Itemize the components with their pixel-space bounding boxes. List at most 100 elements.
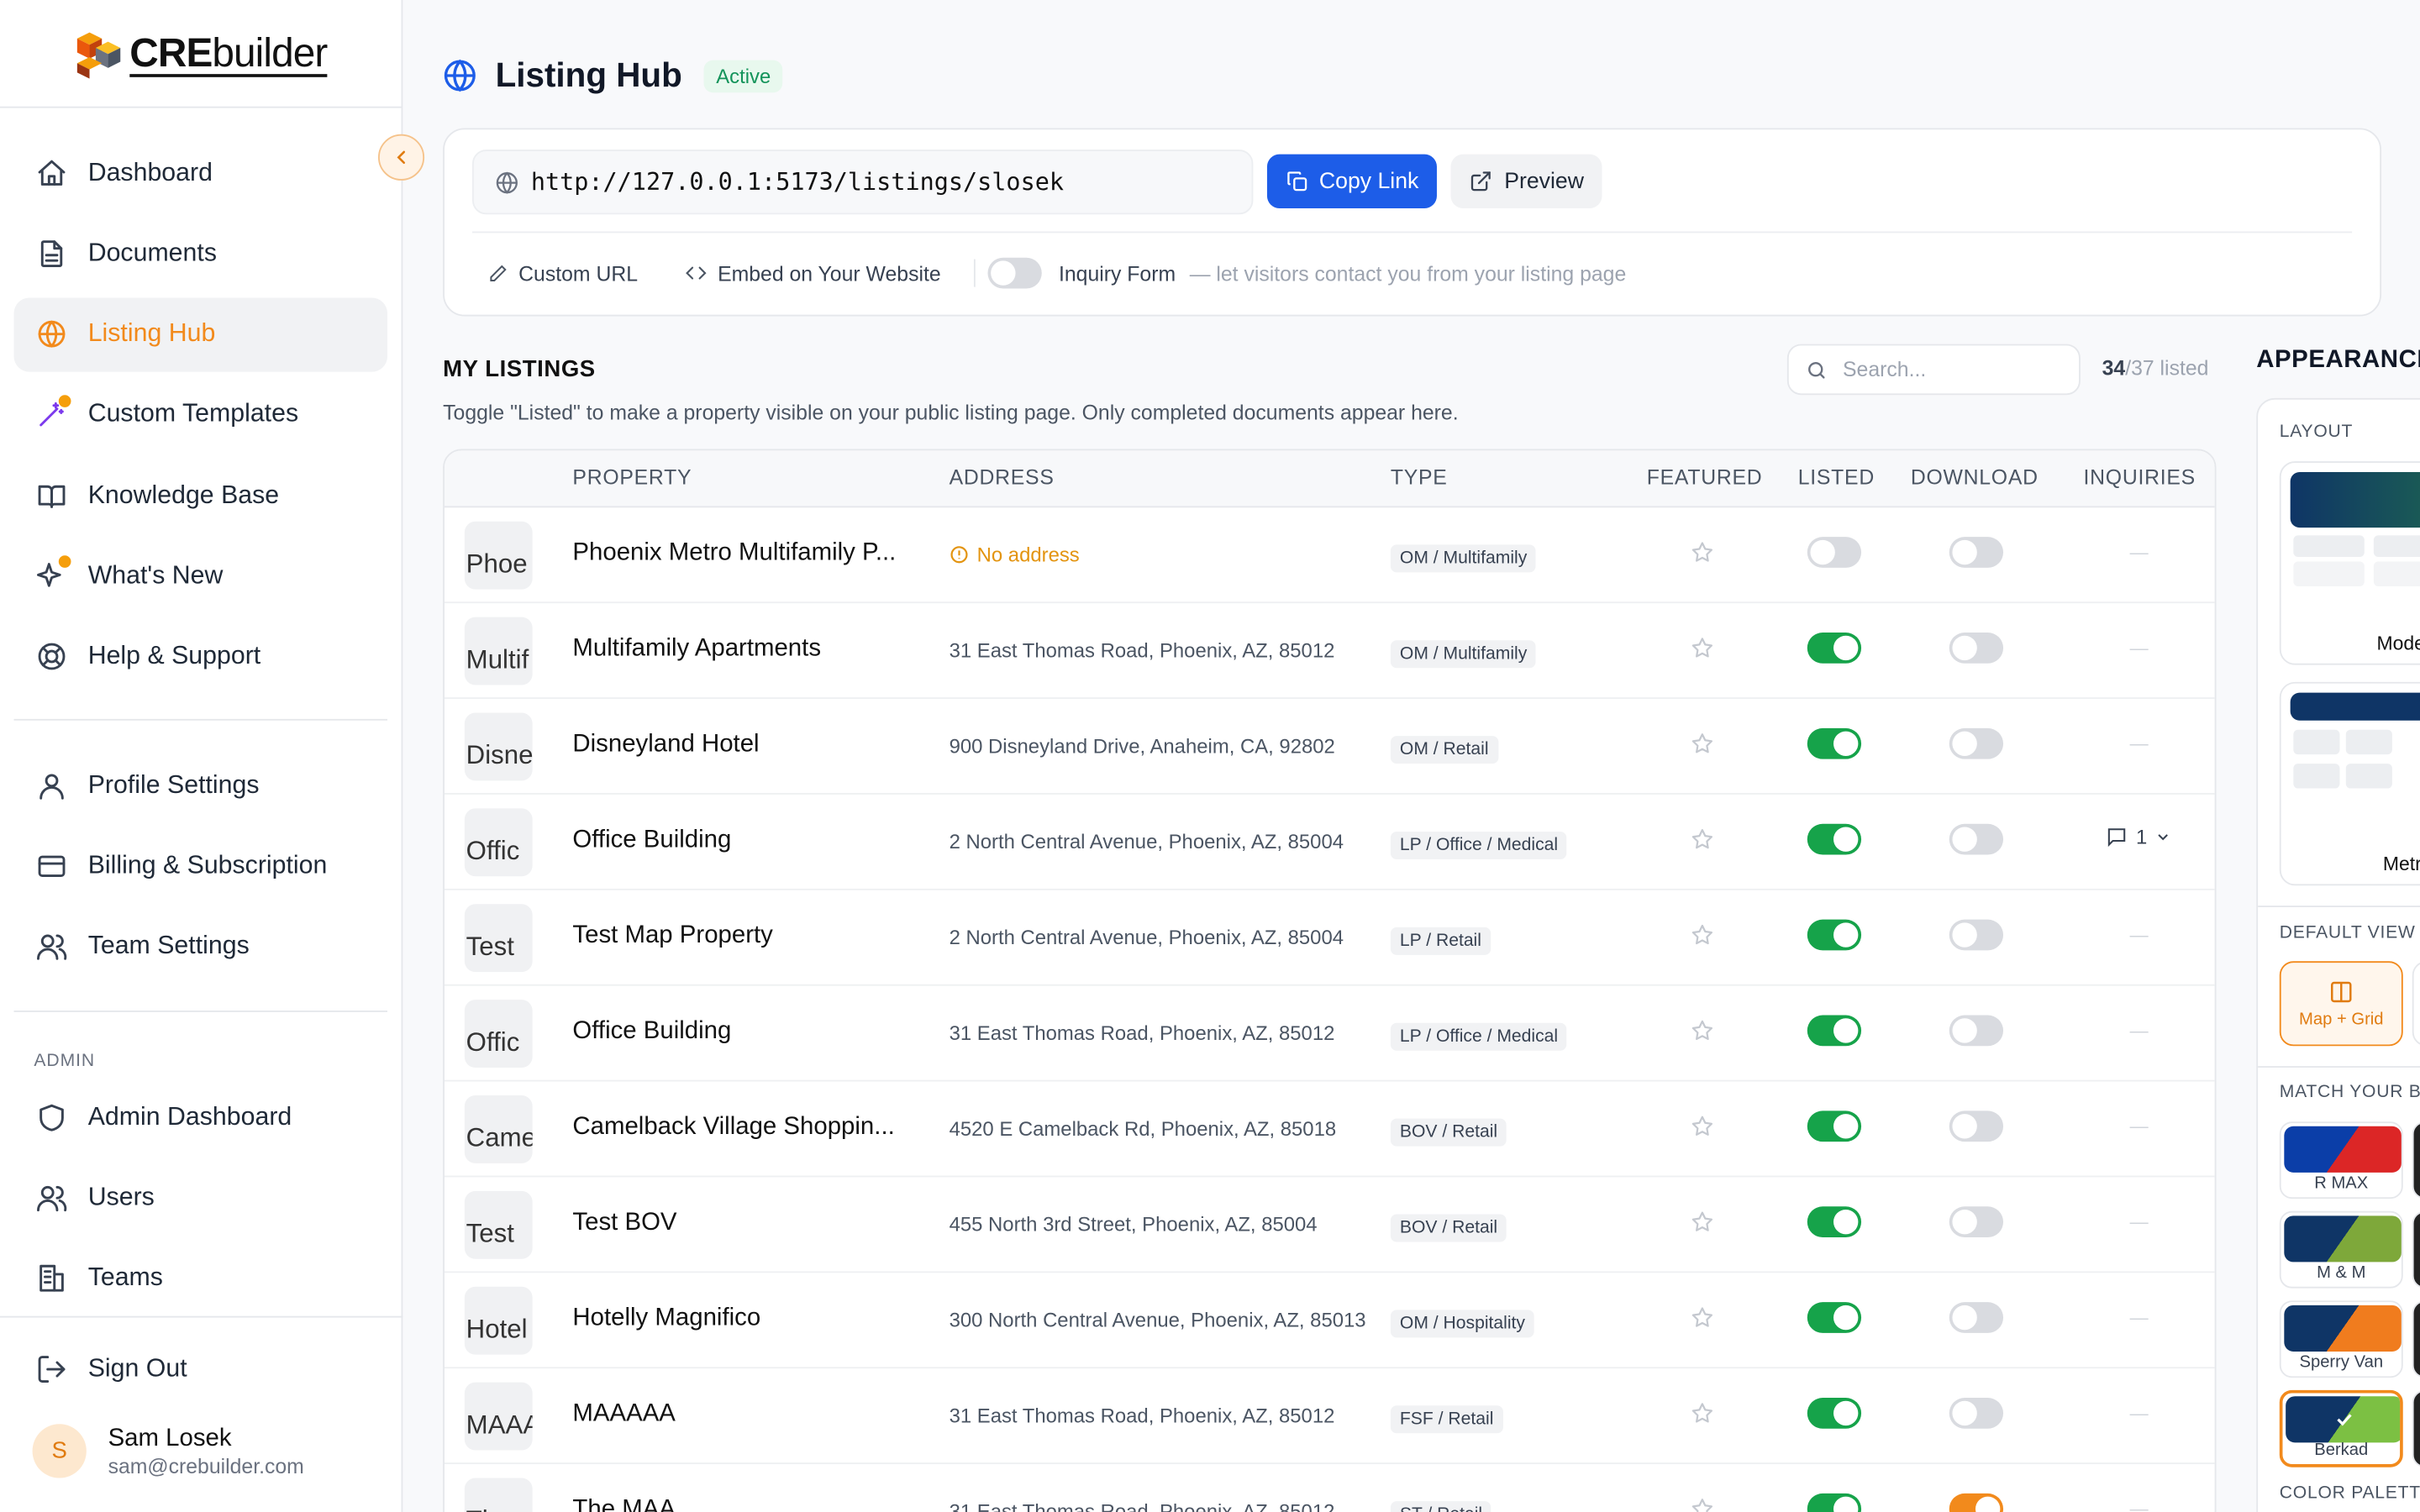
- brand-palette-option[interactable]: [2412, 1210, 2420, 1289]
- brand-palette-option[interactable]: [2412, 1389, 2420, 1467]
- col-listed[interactable]: LISTED: [1798, 466, 1875, 490]
- download-toggle[interactable]: [1949, 1015, 2004, 1047]
- featured-star-icon[interactable]: [1690, 922, 1714, 955]
- brand-palette-option[interactable]: [2412, 1300, 2420, 1378]
- sidebar-item-dashboard[interactable]: Dashboard: [14, 136, 387, 210]
- view-map-grid-button[interactable]: Map + Grid: [2279, 961, 2403, 1047]
- download-toggle[interactable]: [1949, 1206, 2004, 1238]
- table-row[interactable]: Phoe Phoenix Metro Multifamily P... No add…: [444, 507, 2215, 604]
- property-name[interactable]: Disneyland Hotel: [572, 732, 904, 759]
- brand-palette-option[interactable]: M & M: [2279, 1210, 2403, 1289]
- download-toggle[interactable]: [1949, 537, 2004, 568]
- property-name[interactable]: Hotelly Magnifico: [572, 1305, 904, 1333]
- sidebar-item-what-s-new[interactable]: What's New: [14, 539, 387, 613]
- property-name[interactable]: The MAA: [572, 1497, 904, 1512]
- listed-toggle[interactable]: [1807, 1110, 1862, 1142]
- featured-star-icon[interactable]: [1690, 1210, 1714, 1242]
- col-inquiries[interactable]: INQUIRIES: [2084, 466, 2196, 490]
- brand-palette-option[interactable]: R MAX: [2279, 1121, 2403, 1200]
- table-row[interactable]: Disne Disneyland Hotel 900 Disneyland Driv…: [444, 699, 2215, 795]
- download-toggle[interactable]: [1949, 633, 2004, 664]
- featured-star-icon[interactable]: [1690, 1497, 1714, 1512]
- listed-toggle[interactable]: [1807, 823, 1862, 855]
- user-profile[interactable]: S Sam Losek sam@crebuilder.com: [32, 1424, 304, 1478]
- featured-star-icon[interactable]: [1690, 827, 1714, 859]
- featured-star-icon[interactable]: [1690, 732, 1714, 764]
- table-row[interactable]: MAAA MAAAAA 31 East Thomas Road, Phoenix, …: [444, 1368, 2215, 1465]
- property-name[interactable]: MAAAAA: [572, 1401, 904, 1429]
- inquiry-form-toggle[interactable]: [987, 257, 1042, 289]
- property-name[interactable]: Multifamily Apartments: [572, 636, 904, 664]
- sidebar-item-billing-subscription[interactable]: Billing & Subscription: [14, 829, 387, 903]
- logo[interactable]: CREbuilder: [0, 0, 402, 108]
- col-address[interactable]: ADDRESS: [950, 466, 1055, 490]
- listing-url-field[interactable]: http://127.0.0.1:5173/listings/slosek: [472, 150, 1254, 215]
- col-type[interactable]: TYPE: [1391, 466, 1448, 490]
- listed-toggle[interactable]: [1807, 1302, 1862, 1333]
- sidebar-item-help-support[interactable]: Help & Support: [14, 620, 387, 694]
- listed-toggle[interactable]: [1807, 727, 1862, 759]
- search-input[interactable]: Search...: [1786, 344, 2081, 396]
- sidebar-item-users[interactable]: Users: [14, 1161, 387, 1235]
- layout-option-metro[interactable]: Metr: [2279, 681, 2420, 886]
- layout-option-modern[interactable]: Mode: [2279, 461, 2420, 665]
- download-toggle[interactable]: [1949, 1398, 2004, 1429]
- col-download[interactable]: DOWNLOAD: [1911, 466, 2039, 490]
- view-option-button[interactable]: [2412, 961, 2420, 1047]
- download-toggle[interactable]: [1949, 919, 2004, 951]
- featured-star-icon[interactable]: [1690, 1305, 1714, 1338]
- table-row[interactable]: Offic Office Building 31 East Thomas Road,…: [444, 986, 2215, 1082]
- sidebar-item-profile-settings[interactable]: Profile Settings: [14, 748, 387, 822]
- sidebar-item-listing-hub[interactable]: Listing Hub: [13, 297, 388, 371]
- table-row[interactable]: The The MAA 31 East Thomas Road, Phoenix, …: [445, 1464, 2215, 1512]
- listed-toggle[interactable]: [1807, 1493, 1862, 1512]
- table-row[interactable]: Multif Multifamily Apartments 31 East Thom…: [444, 603, 2215, 700]
- custom-url-button[interactable]: Custom URL: [487, 258, 638, 289]
- property-name[interactable]: Test Map Property: [572, 922, 904, 950]
- listed-toggle[interactable]: [1807, 1398, 1862, 1429]
- copy-link-button[interactable]: Copy Link: [1266, 154, 1437, 208]
- listed-toggle[interactable]: [1807, 1015, 1862, 1047]
- table-row[interactable]: Test Test Map Property 2 North Central Ave…: [444, 890, 2215, 986]
- featured-star-icon[interactable]: [1690, 540, 1714, 573]
- listed-toggle[interactable]: [1807, 919, 1862, 951]
- sidebar-item-knowledge-base[interactable]: Knowledge Base: [14, 459, 387, 533]
- download-toggle[interactable]: [1949, 823, 2004, 855]
- sidebar-item-team-settings[interactable]: Team Settings: [14, 910, 387, 984]
- download-toggle[interactable]: [1949, 1302, 2004, 1333]
- listed-toggle[interactable]: [1807, 1206, 1862, 1238]
- featured-star-icon[interactable]: [1690, 1114, 1714, 1147]
- preview-button[interactable]: Preview: [1450, 154, 1602, 208]
- featured-star-icon[interactable]: [1690, 636, 1714, 669]
- sign-out-button[interactable]: Sign Out: [14, 1331, 387, 1405]
- download-toggle[interactable]: [1949, 1110, 2004, 1142]
- sidebar-item-label: Help & Support: [87, 642, 261, 670]
- collapse-sidebar-button[interactable]: [377, 134, 425, 181]
- sidebar-item-custom-templates[interactable]: Custom Templates: [14, 378, 387, 452]
- sidebar-item-teams[interactable]: Teams: [14, 1242, 387, 1315]
- download-toggle[interactable]: [1949, 727, 2004, 759]
- sidebar-item-admin-dashboard[interactable]: Admin Dashboard: [14, 1080, 387, 1154]
- inquiries-dropdown[interactable]: 1: [2105, 826, 2171, 848]
- table-row[interactable]: Test Test BOV 455 North 3rd Street, Phoeni…: [444, 1177, 2215, 1273]
- col-featured[interactable]: FEATURED: [1647, 466, 1763, 490]
- property-name[interactable]: Test BOV: [572, 1210, 904, 1237]
- table-row[interactable]: Came Camelback Village Shoppin... 4520 E C…: [444, 1082, 2215, 1178]
- property-name[interactable]: Office Building: [572, 827, 904, 854]
- embed-button[interactable]: Embed on Your Website: [685, 258, 941, 289]
- table-row[interactable]: Hotel Hotelly Magnifico 300 North Central …: [444, 1273, 2215, 1369]
- download-toggle[interactable]: [1949, 1493, 2004, 1512]
- col-property[interactable]: PROPERTY: [572, 466, 692, 490]
- brand-palette-option[interactable]: Sperry Van: [2279, 1300, 2403, 1378]
- property-name[interactable]: Phoenix Metro Multifamily P...: [572, 540, 904, 568]
- featured-star-icon[interactable]: [1690, 1401, 1714, 1434]
- brand-palette-option[interactable]: Berkad: [2279, 1389, 2403, 1467]
- table-row[interactable]: Offic Office Building 2 North Central Aven…: [444, 795, 2215, 890]
- featured-star-icon[interactable]: [1690, 1018, 1714, 1051]
- brand-palette-option[interactable]: [2412, 1121, 2420, 1200]
- property-name[interactable]: Camelback Village Shoppin...: [572, 1114, 904, 1142]
- property-name[interactable]: Office Building: [572, 1018, 904, 1046]
- listed-toggle[interactable]: [1807, 633, 1862, 664]
- listed-toggle[interactable]: [1807, 537, 1862, 568]
- sidebar-item-documents[interactable]: Documents: [14, 217, 387, 291]
